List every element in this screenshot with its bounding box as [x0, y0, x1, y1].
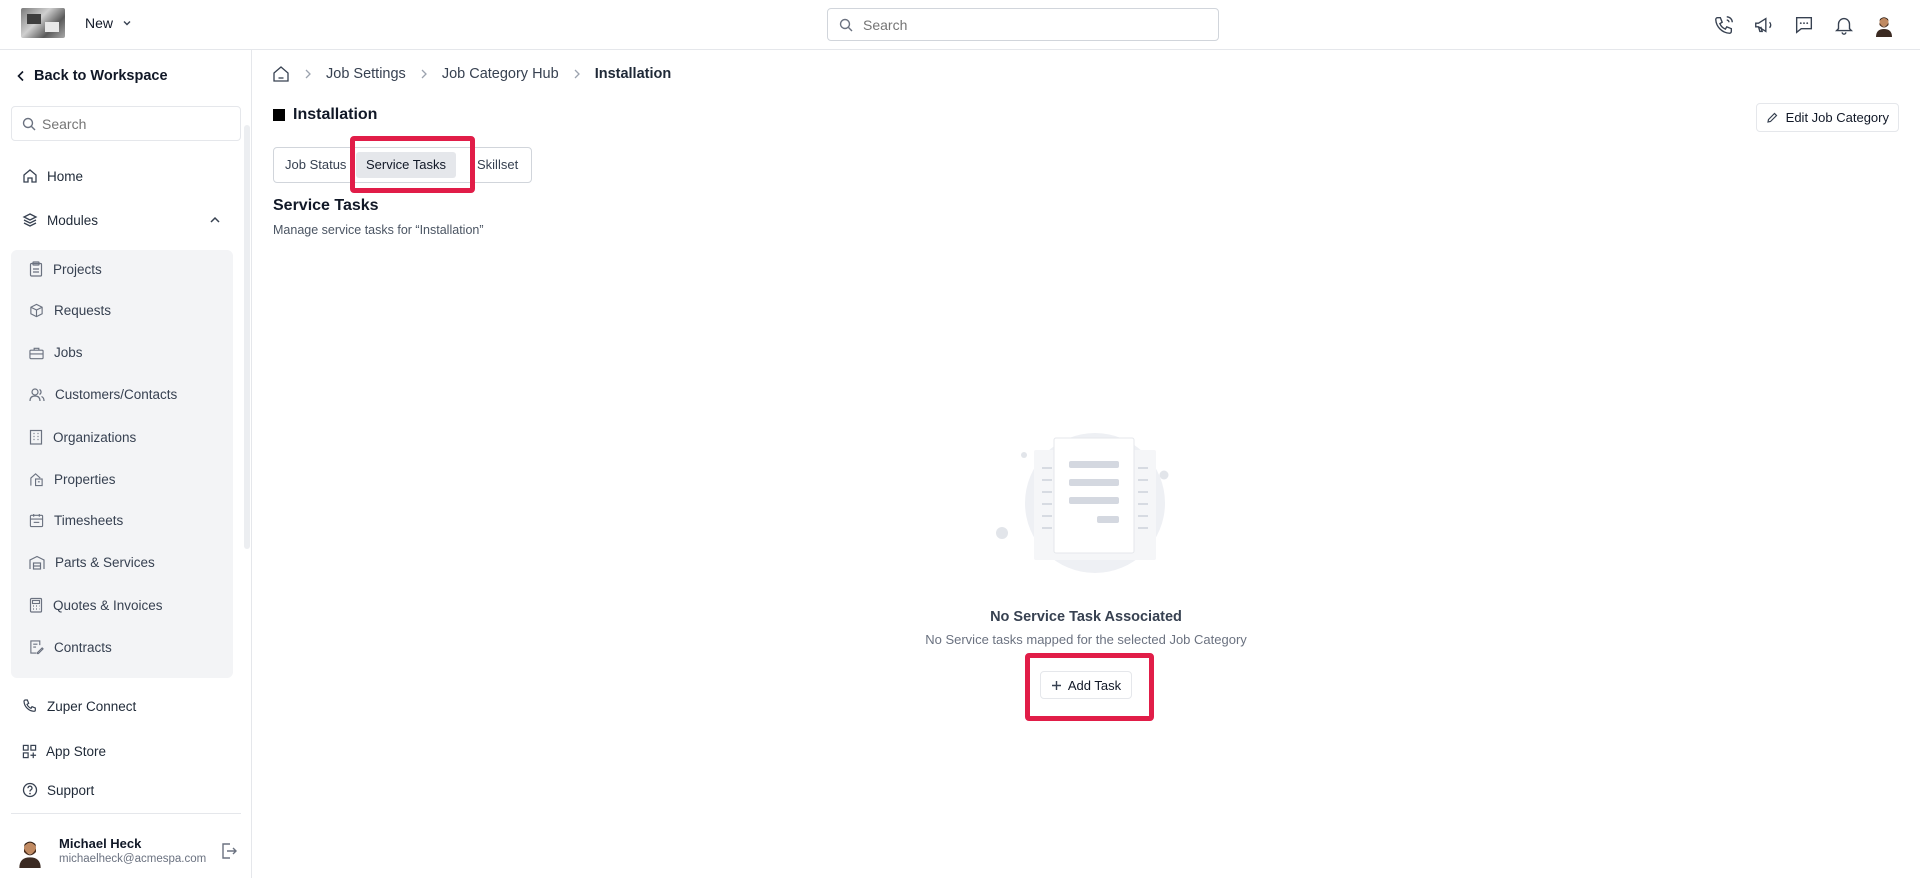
sidebar-item-modules[interactable]: Modules — [22, 212, 222, 228]
search-icon — [22, 117, 36, 131]
empty-state-subtitle: No Service tasks mapped for the selected… — [925, 632, 1247, 647]
tab-job-status[interactable]: Job Status — [285, 148, 346, 182]
sidebar-item-zuper-connect[interactable]: Zuper Connect — [22, 698, 136, 714]
sidebar-item-app-store[interactable]: App Store — [22, 744, 106, 759]
chevron-right-icon — [574, 69, 580, 79]
sidebar-item-label: Projects — [53, 261, 102, 277]
sidebar-item-label: Quotes & Invoices — [53, 597, 163, 613]
sidebar-item-label: Home — [47, 168, 84, 184]
megaphone-icon[interactable] — [1752, 13, 1776, 37]
tab-skillset[interactable]: Skillset — [477, 148, 518, 182]
chevron-up-icon[interactable] — [208, 213, 222, 227]
breadcrumb-job-settings[interactable]: Job Settings — [326, 66, 406, 82]
search-icon — [839, 18, 853, 32]
sidebar-item-label: Customers/Contacts — [55, 387, 178, 402]
sidebar-item-label: Support — [47, 782, 95, 798]
empty-document-illustration — [996, 433, 1169, 573]
contract-icon — [30, 640, 44, 655]
highlight-add-task-button — [1025, 653, 1154, 721]
building-icon — [29, 429, 43, 445]
sidebar-item-quotes-invoices[interactable]: Quotes & Invoices — [29, 597, 163, 613]
section-title: Service Tasks — [273, 197, 379, 214]
sidebar-item-label: Requests — [54, 303, 112, 318]
breadcrumb: Job Settings Job Category Hub Installati… — [272, 65, 671, 83]
chat-icon[interactable] — [1792, 13, 1816, 37]
sidebar-item-home[interactable]: Home — [22, 168, 83, 184]
sidebar-item-label: App Store — [46, 744, 107, 759]
sidebar-search-input[interactable] — [42, 107, 232, 140]
sidebar-search[interactable] — [11, 106, 241, 141]
chevron-down-icon — [123, 21, 131, 26]
sidebar-item-label: Jobs — [54, 345, 83, 360]
sidebar-item-requests[interactable]: Requests — [29, 303, 111, 318]
main-content: Job Settings Job Category Hub Installati… — [252, 50, 1920, 878]
user-email: michaelheck@acmespa.com — [59, 853, 207, 865]
page-title: Installation — [293, 106, 378, 123]
property-icon — [30, 473, 43, 487]
highlight-service-tasks-tab — [350, 136, 475, 193]
avatar[interactable] — [14, 836, 46, 868]
breadcrumb-current: Installation — [594, 66, 672, 82]
home-icon — [23, 169, 37, 183]
chevron-right-icon — [421, 69, 427, 79]
sidebar-item-timesheets[interactable]: Timesheets — [29, 513, 123, 528]
sidebar-item-organizations[interactable]: Organizations — [29, 429, 136, 445]
global-search[interactable] — [827, 8, 1219, 41]
sidebar-item-contracts[interactable]: Contracts — [29, 639, 112, 655]
box-icon — [30, 303, 43, 318]
home-icon[interactable] — [272, 65, 290, 83]
sidebar-divider — [11, 813, 241, 814]
sidebar-item-label: Modules — [47, 212, 99, 228]
edit-job-category-button[interactable]: Edit Job Category — [1755, 103, 1899, 132]
company-logo[interactable] — [21, 8, 65, 38]
sidebar-item-label: Timesheets — [54, 513, 124, 528]
top-bar: New — [0, 0, 1920, 50]
clipboard-icon — [29, 261, 43, 277]
breadcrumb-job-category-hub[interactable]: Job Category Hub — [442, 66, 559, 82]
sidebar-item-support[interactable]: Support — [22, 782, 94, 798]
global-search-input[interactable] — [863, 16, 1218, 33]
sidebar-item-label: Contracts — [54, 639, 112, 655]
sidebar-scrollbar[interactable] — [244, 125, 250, 549]
sidebar-item-jobs[interactable]: Jobs — [29, 345, 83, 360]
briefcase-icon — [29, 347, 44, 359]
sidebar-item-projects[interactable]: Projects — [29, 261, 102, 277]
sidebar: Back to Workspace Home Modules Projects … — [0, 50, 252, 878]
edit-job-category-label: Edit Job Category — [1785, 110, 1889, 125]
chevron-left-icon — [17, 70, 24, 82]
apps-grid-icon — [22, 744, 37, 759]
sidebar-item-label: Properties — [54, 471, 116, 487]
logout-icon[interactable] — [220, 842, 238, 860]
user-profile: Michael Heck michaelheck@acmespa.com — [14, 832, 238, 872]
page-header: Installation — [273, 106, 377, 124]
pencil-icon — [1766, 112, 1778, 123]
sidebar-item-properties[interactable]: Properties — [29, 471, 116, 487]
user-name: Michael Heck — [59, 836, 142, 851]
back-to-workspace-label: Back to Workspace — [34, 68, 168, 84]
chevron-right-icon — [305, 69, 311, 79]
sidebar-item-label: Zuper Connect — [47, 698, 137, 714]
new-button[interactable]: New — [85, 15, 133, 31]
new-button-label: New — [85, 15, 114, 31]
section-subtitle: Manage service tasks for “Installation” — [273, 223, 484, 237]
phone-call-icon[interactable] — [1712, 13, 1736, 37]
sidebar-item-label: Organizations — [53, 429, 137, 445]
help-circle-icon — [22, 782, 38, 798]
header-actions — [1712, 13, 1896, 37]
category-color-swatch — [273, 109, 285, 121]
back-to-workspace-link[interactable]: Back to Workspace — [16, 68, 168, 84]
bell-icon[interactable] — [1832, 13, 1856, 37]
warehouse-icon — [29, 555, 45, 570]
users-icon — [29, 388, 45, 402]
calendar-icon — [29, 513, 44, 528]
sidebar-item-label: Parts & Services — [55, 555, 155, 570]
calculator-icon — [29, 597, 43, 613]
phone-icon — [23, 699, 36, 712]
sidebar-item-customers[interactable]: Customers/Contacts — [29, 387, 177, 402]
user-avatar-icon[interactable] — [1872, 13, 1896, 37]
sidebar-item-parts-services[interactable]: Parts & Services — [29, 555, 155, 570]
layers-icon — [22, 213, 38, 227]
empty-state-title: No Service Task Associated — [990, 609, 1182, 625]
